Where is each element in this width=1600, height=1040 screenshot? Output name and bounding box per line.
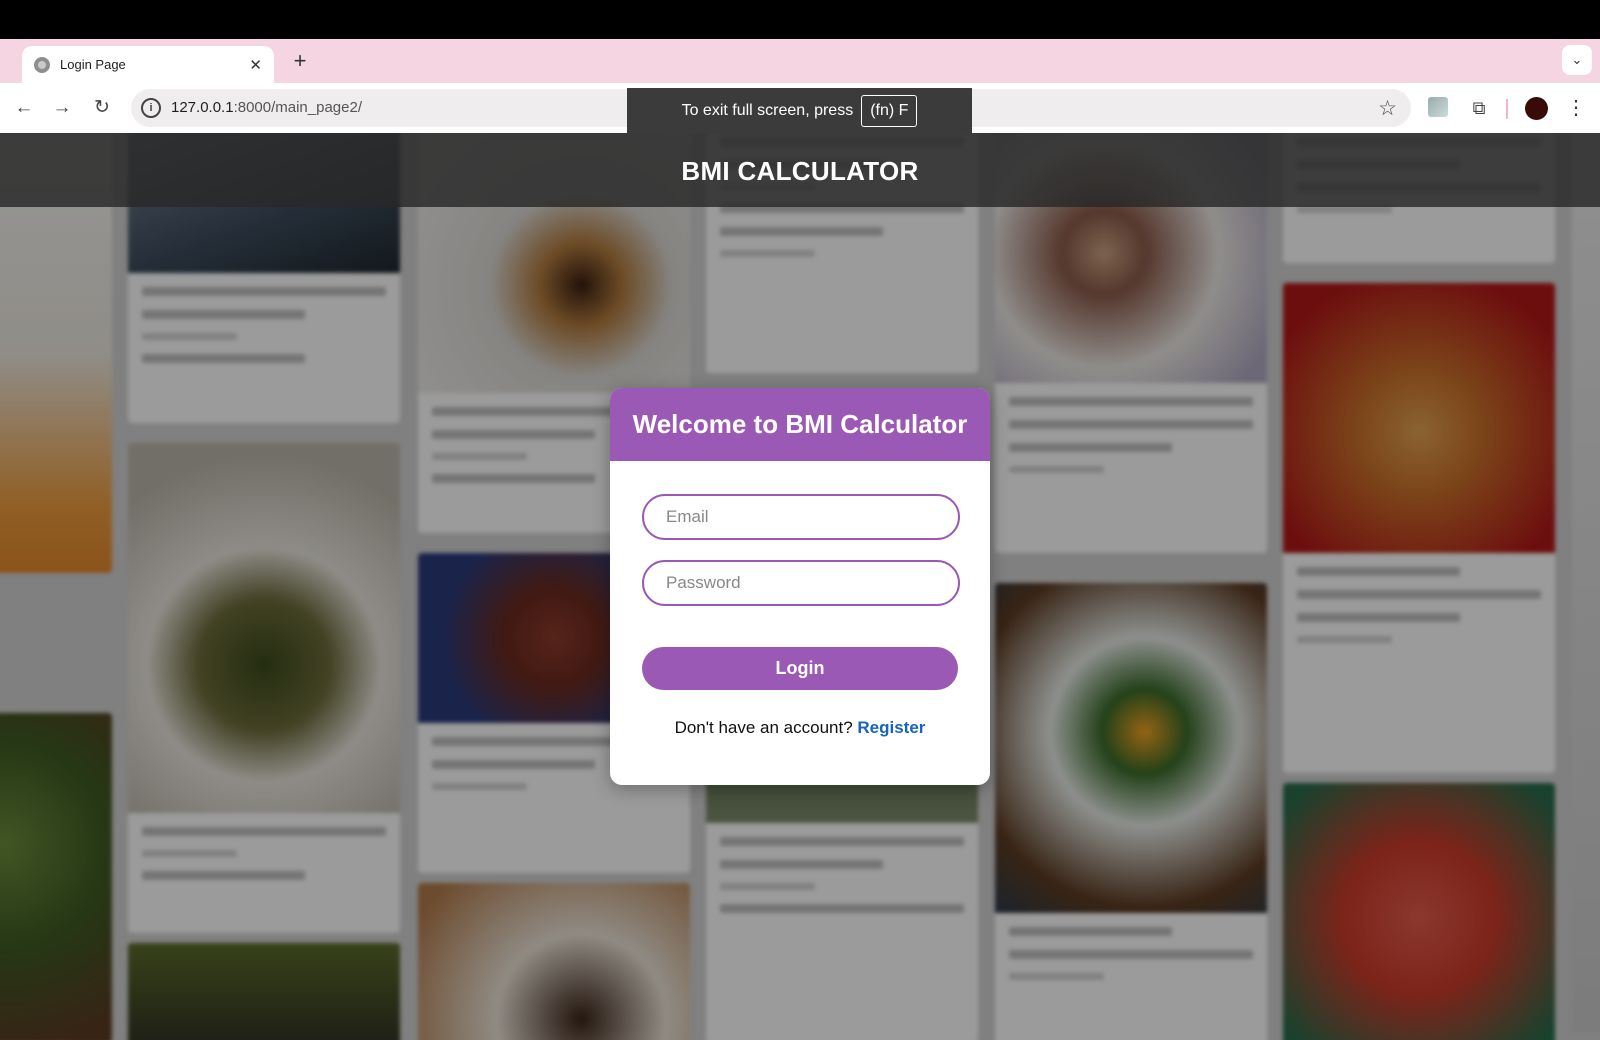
login-modal: Welcome to BMI Calculator Login Don't ha… bbox=[610, 388, 990, 785]
toolbar-divider bbox=[1506, 99, 1508, 119]
fullscreen-key: (fn) F bbox=[861, 95, 918, 127]
modal-header: Welcome to BMI Calculator bbox=[610, 388, 990, 461]
browser-tab[interactable]: Login Page ✕ bbox=[22, 46, 274, 83]
screen-top-bar bbox=[0, 0, 1600, 39]
register-link[interactable]: Register bbox=[857, 718, 925, 737]
globe-icon bbox=[34, 56, 50, 73]
email-field[interactable] bbox=[642, 494, 960, 540]
tab-title: Login Page bbox=[60, 57, 126, 72]
reload-icon[interactable]: ↻ bbox=[88, 94, 116, 122]
url-path: :8000/main_page2/ bbox=[233, 99, 362, 116]
register-prompt: Don't have an account? Register bbox=[610, 718, 990, 738]
app-header: BMI CALCULATOR bbox=[0, 133, 1600, 207]
no-account-text: Don't have an account? bbox=[674, 718, 853, 737]
page-viewport: BMI CALCULATOR Welcome to BMI Calculator… bbox=[0, 133, 1600, 1040]
tab-search-button[interactable]: ⌄ bbox=[1562, 45, 1592, 75]
back-icon[interactable]: ← bbox=[10, 94, 38, 122]
info-icon[interactable]: i bbox=[141, 98, 161, 118]
forward-icon[interactable]: → bbox=[48, 94, 76, 122]
profile-avatar[interactable] bbox=[1525, 97, 1548, 120]
fullscreen-notice-text: To exit full screen, press bbox=[681, 102, 854, 119]
star-icon[interactable]: ☆ bbox=[1378, 96, 1397, 121]
app-title: BMI CALCULATOR bbox=[681, 155, 919, 186]
fullscreen-notice: To exit full screen, press (fn) F bbox=[627, 88, 972, 134]
url-host: 127.0.0.1 bbox=[171, 99, 234, 116]
password-field[interactable] bbox=[642, 560, 960, 606]
url-text[interactable]: 127.0.0.1:8000/main_page2/ bbox=[171, 99, 362, 116]
new-tab-button[interactable]: + bbox=[286, 47, 314, 75]
menu-icon[interactable]: ⋮ bbox=[1566, 95, 1586, 120]
extension-icon[interactable] bbox=[1428, 97, 1448, 117]
puzzle-icon[interactable]: ⧉ bbox=[1466, 95, 1492, 121]
close-icon[interactable]: ✕ bbox=[249, 56, 262, 74]
tab-strip: Login Page ✕ + ⌄ bbox=[0, 39, 1600, 83]
modal-title: Welcome to BMI Calculator bbox=[632, 409, 968, 439]
login-button[interactable]: Login bbox=[642, 647, 958, 690]
